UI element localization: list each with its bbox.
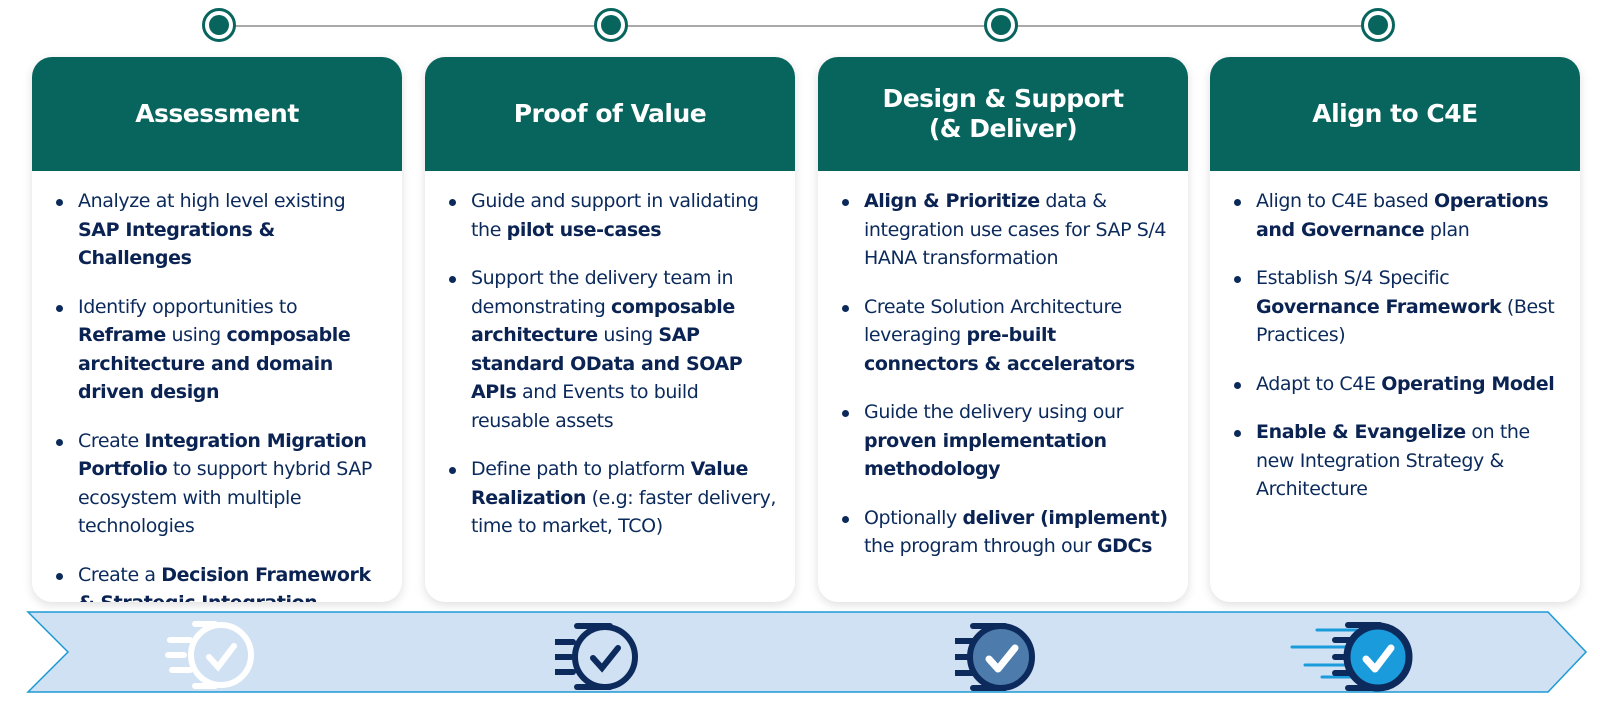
bullet-item: Support the delivery team in demonstrati… [449, 264, 777, 435]
bullet-text: Guide the delivery using our [864, 401, 1124, 423]
bullet-text: Establish S/4 Specific [1256, 267, 1450, 289]
phase-card-body: Align to C4E based Operations and Govern… [1210, 171, 1580, 504]
phase-title: Assessment [135, 99, 299, 128]
phase-card-header: Design & Support (& Deliver) [818, 57, 1188, 171]
phase-card-header: Proof of Value [425, 57, 795, 171]
bullet-item: Create Solution Architecture leveraging … [842, 293, 1170, 379]
bullet-text: using [597, 324, 659, 346]
bullet-item: Align to C4E based Operations and Govern… [1234, 187, 1562, 244]
phase-timeline [0, 0, 1600, 55]
phase-card-header: Assessment [32, 57, 402, 171]
bullet-text: Create [78, 429, 145, 452]
bullet-text: the program through our [864, 535, 1097, 557]
bullet-text: Align to C4E based [1256, 190, 1435, 212]
bullet-item: Define path to platform Value Realizatio… [449, 455, 777, 541]
bullet-list: Guide and support in validating the pilo… [449, 187, 777, 541]
bullet-emphasis: GDCs [1096, 535, 1153, 557]
phase-card-proof-of-value: Proof of Value Guide and support in vali… [425, 57, 795, 602]
milestone-marker-2 [594, 8, 628, 42]
bullet-emphasis: deliver (implement) [962, 506, 1169, 529]
bullet-list: Analyze at high level existing SAP Integ… [56, 187, 384, 602]
bullet-emphasis: Operating Model [1381, 372, 1555, 395]
milestone-marker-3 [984, 8, 1018, 42]
bullet-list: Align & Prioritize data & integration us… [842, 187, 1170, 561]
bullet-item: Enable & Evangelize on the new Integrati… [1234, 418, 1562, 504]
bullet-item: Create Integration Migration Portfolio t… [56, 427, 384, 541]
phase-card-body: Analyze at high level existing SAP Integ… [32, 171, 402, 602]
phase-title: Design & Support (& Deliver) [882, 84, 1124, 143]
bullet-item: Create a Decision Framework & Strategic … [56, 561, 384, 602]
bullet-emphasis: SAP Integrations & Challenges [78, 218, 275, 270]
milestone-marker-1 [202, 8, 236, 42]
bullet-text: Analyze at high level existing [78, 190, 346, 212]
bullet-text: Adapt to C4E [1256, 372, 1382, 395]
bullet-emphasis: Enable & Evangelize [1256, 421, 1466, 443]
phase-card-header: Align to C4E [1210, 57, 1580, 171]
phase-title: Align to C4E [1312, 99, 1478, 128]
bullet-text: using [165, 324, 227, 346]
bullet-item: Guide and support in validating the pilo… [449, 187, 777, 244]
bullet-emphasis: Governance Framework [1256, 295, 1502, 318]
bullet-item: Analyze at high level existing SAP Integ… [56, 187, 384, 273]
bullet-item: Align & Prioritize data & integration us… [842, 187, 1170, 273]
bullet-item: Optionally deliver (implement) the progr… [842, 504, 1170, 561]
speed-check-icon-outline [552, 610, 665, 695]
bullet-text: Define path to platform [471, 458, 691, 480]
bullet-text: plan [1424, 218, 1470, 241]
bullet-text: Identify opportunities to [78, 295, 298, 318]
phase-title: Proof of Value [513, 99, 707, 128]
bullet-text: Create a [78, 563, 162, 586]
phase-card-align-c4e: Align to C4E Align to C4E based Operatio… [1210, 57, 1580, 602]
bullet-item: Identify opportunities to Reframe using … [56, 293, 384, 407]
bullet-item: Establish S/4 Specific Governance Framew… [1234, 264, 1562, 350]
bullet-emphasis: pilot use-cases [506, 218, 662, 241]
timeline-connector [218, 25, 1378, 27]
phase-card-design-support: Design & Support (& Deliver) Align & Pri… [818, 57, 1188, 602]
phase-card-assessment: Assessment Analyze at high level existin… [32, 57, 402, 602]
bullet-emphasis: Reframe [78, 324, 166, 346]
bullet-item: Adapt to C4E Operating Model [1234, 370, 1562, 399]
speed-check-icon-filled-bright [1290, 610, 1440, 695]
phase-card-body: Guide and support in validating the pilo… [425, 171, 795, 541]
bullet-emphasis: Align & Prioritize [864, 190, 1040, 212]
bullet-list: Align to C4E based Operations and Govern… [1234, 187, 1562, 504]
phase-card-body: Align & Prioritize data & integration us… [818, 171, 1188, 561]
bullet-emphasis: proven implementation methodology [864, 429, 1107, 481]
speed-check-icon-faded [160, 610, 270, 695]
bullet-item: Guide the delivery using our proven impl… [842, 398, 1170, 484]
bullet-text: Optionally [864, 506, 963, 529]
speed-check-icon-filled-mid [952, 610, 1065, 695]
milestone-marker-4 [1361, 8, 1395, 42]
